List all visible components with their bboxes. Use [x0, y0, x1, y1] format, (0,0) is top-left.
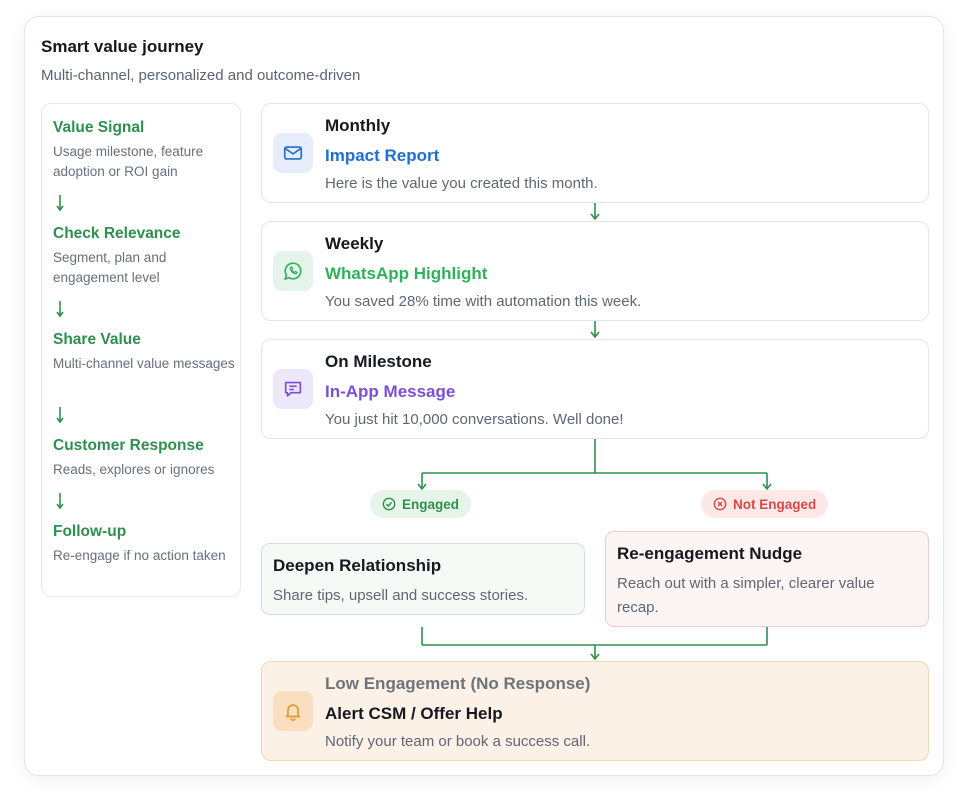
final-condition: Low Engagement (No Response) — [325, 674, 591, 693]
flow-card-in-app-message: On Milestone In-App Message You just hit… — [261, 339, 929, 439]
flow-message: Here is the value you created this month… — [325, 175, 598, 192]
arrow-down-icon — [56, 493, 64, 510]
step-title: Follow-up — [53, 523, 127, 540]
mail-icon — [273, 133, 313, 173]
outcome-description: Reach out with a simpler, clearer value … — [617, 575, 875, 616]
arrow-down-icon — [56, 195, 64, 212]
bell-icon — [273, 691, 313, 731]
step-description: Re-engage if no action taken — [53, 548, 226, 563]
step-follow-up: Follow-up Re-engage if no action taken — [53, 522, 238, 566]
low-engagement-card: Low Engagement (No Response) Alert CSM /… — [261, 661, 929, 761]
flow-message: You saved 28% time with automation this … — [325, 293, 642, 310]
step-title: Check Relevance — [53, 225, 181, 242]
deepen-relationship-card: Deepen Relationship Share tips, upsell a… — [261, 543, 585, 615]
outcome-title: Re-engagement Nudge — [617, 544, 803, 563]
step-share-value: Share Value Multi-channel value messages — [53, 330, 238, 374]
badge-label: Not Engaged — [733, 496, 817, 512]
flow-message: You just hit 10,000 conversations. Well … — [325, 411, 624, 428]
step-description: Usage milestone, feature adoption or ROI… — [53, 144, 204, 179]
flow-channel: WhatsApp Highlight — [325, 264, 488, 283]
value-journey-card: Smart value journey Multi-channel, perso… — [24, 16, 944, 776]
not-engaged-badge: Not Engaged — [701, 490, 829, 518]
step-description: Segment, plan and engagement level — [53, 250, 167, 285]
step-title: Value Signal — [53, 119, 145, 136]
chat-message-icon — [273, 369, 313, 409]
final-description: Notify your team or book a success call. — [325, 733, 591, 750]
flow-cadence: On Milestone — [325, 352, 432, 371]
flow-card-whatsapp-highlight: Weekly WhatsApp Highlight You saved 28% … — [261, 221, 929, 321]
whatsapp-icon — [273, 251, 313, 291]
arrow-down-icon — [56, 407, 64, 424]
flow-card-impact-report: Monthly Impact Report Here is the value … — [261, 103, 929, 203]
step-description: Reads, explores or ignores — [53, 462, 215, 477]
x-circle-icon — [713, 497, 727, 511]
flow-channel: In-App Message — [325, 382, 456, 401]
step-title: Share Value — [53, 331, 141, 348]
outcome-description: Share tips, upsell and success stories. — [273, 587, 529, 604]
steps-panel: Value Signal Usage milestone, feature ad… — [41, 103, 241, 597]
step-customer-response: Customer Response Reads, explores or ign… — [53, 436, 238, 480]
flow-cadence: Monthly — [325, 116, 391, 135]
step-check-relevance: Check Relevance Segment, plan and engage… — [53, 224, 238, 288]
step-description: Multi-channel value messages — [53, 356, 235, 371]
final-action: Alert CSM / Offer Help — [325, 704, 503, 723]
badge-label: Engaged — [402, 496, 460, 512]
flow-cadence: Weekly — [325, 234, 384, 253]
flow-channel: Impact Report — [325, 146, 440, 165]
re-engagement-nudge-card: Re-engagement Nudge Reach out with a sim… — [605, 531, 929, 627]
page-subtitle: Multi-channel, personalized and outcome-… — [41, 67, 361, 84]
engaged-badge: Engaged — [370, 490, 472, 518]
check-circle-icon — [382, 497, 396, 511]
arrow-down-icon — [56, 301, 64, 318]
step-value-signal: Value Signal Usage milestone, feature ad… — [53, 118, 238, 182]
step-title: Customer Response — [53, 437, 204, 454]
outcome-title: Deepen Relationship — [273, 556, 442, 575]
page-title: Smart value journey — [41, 37, 204, 56]
